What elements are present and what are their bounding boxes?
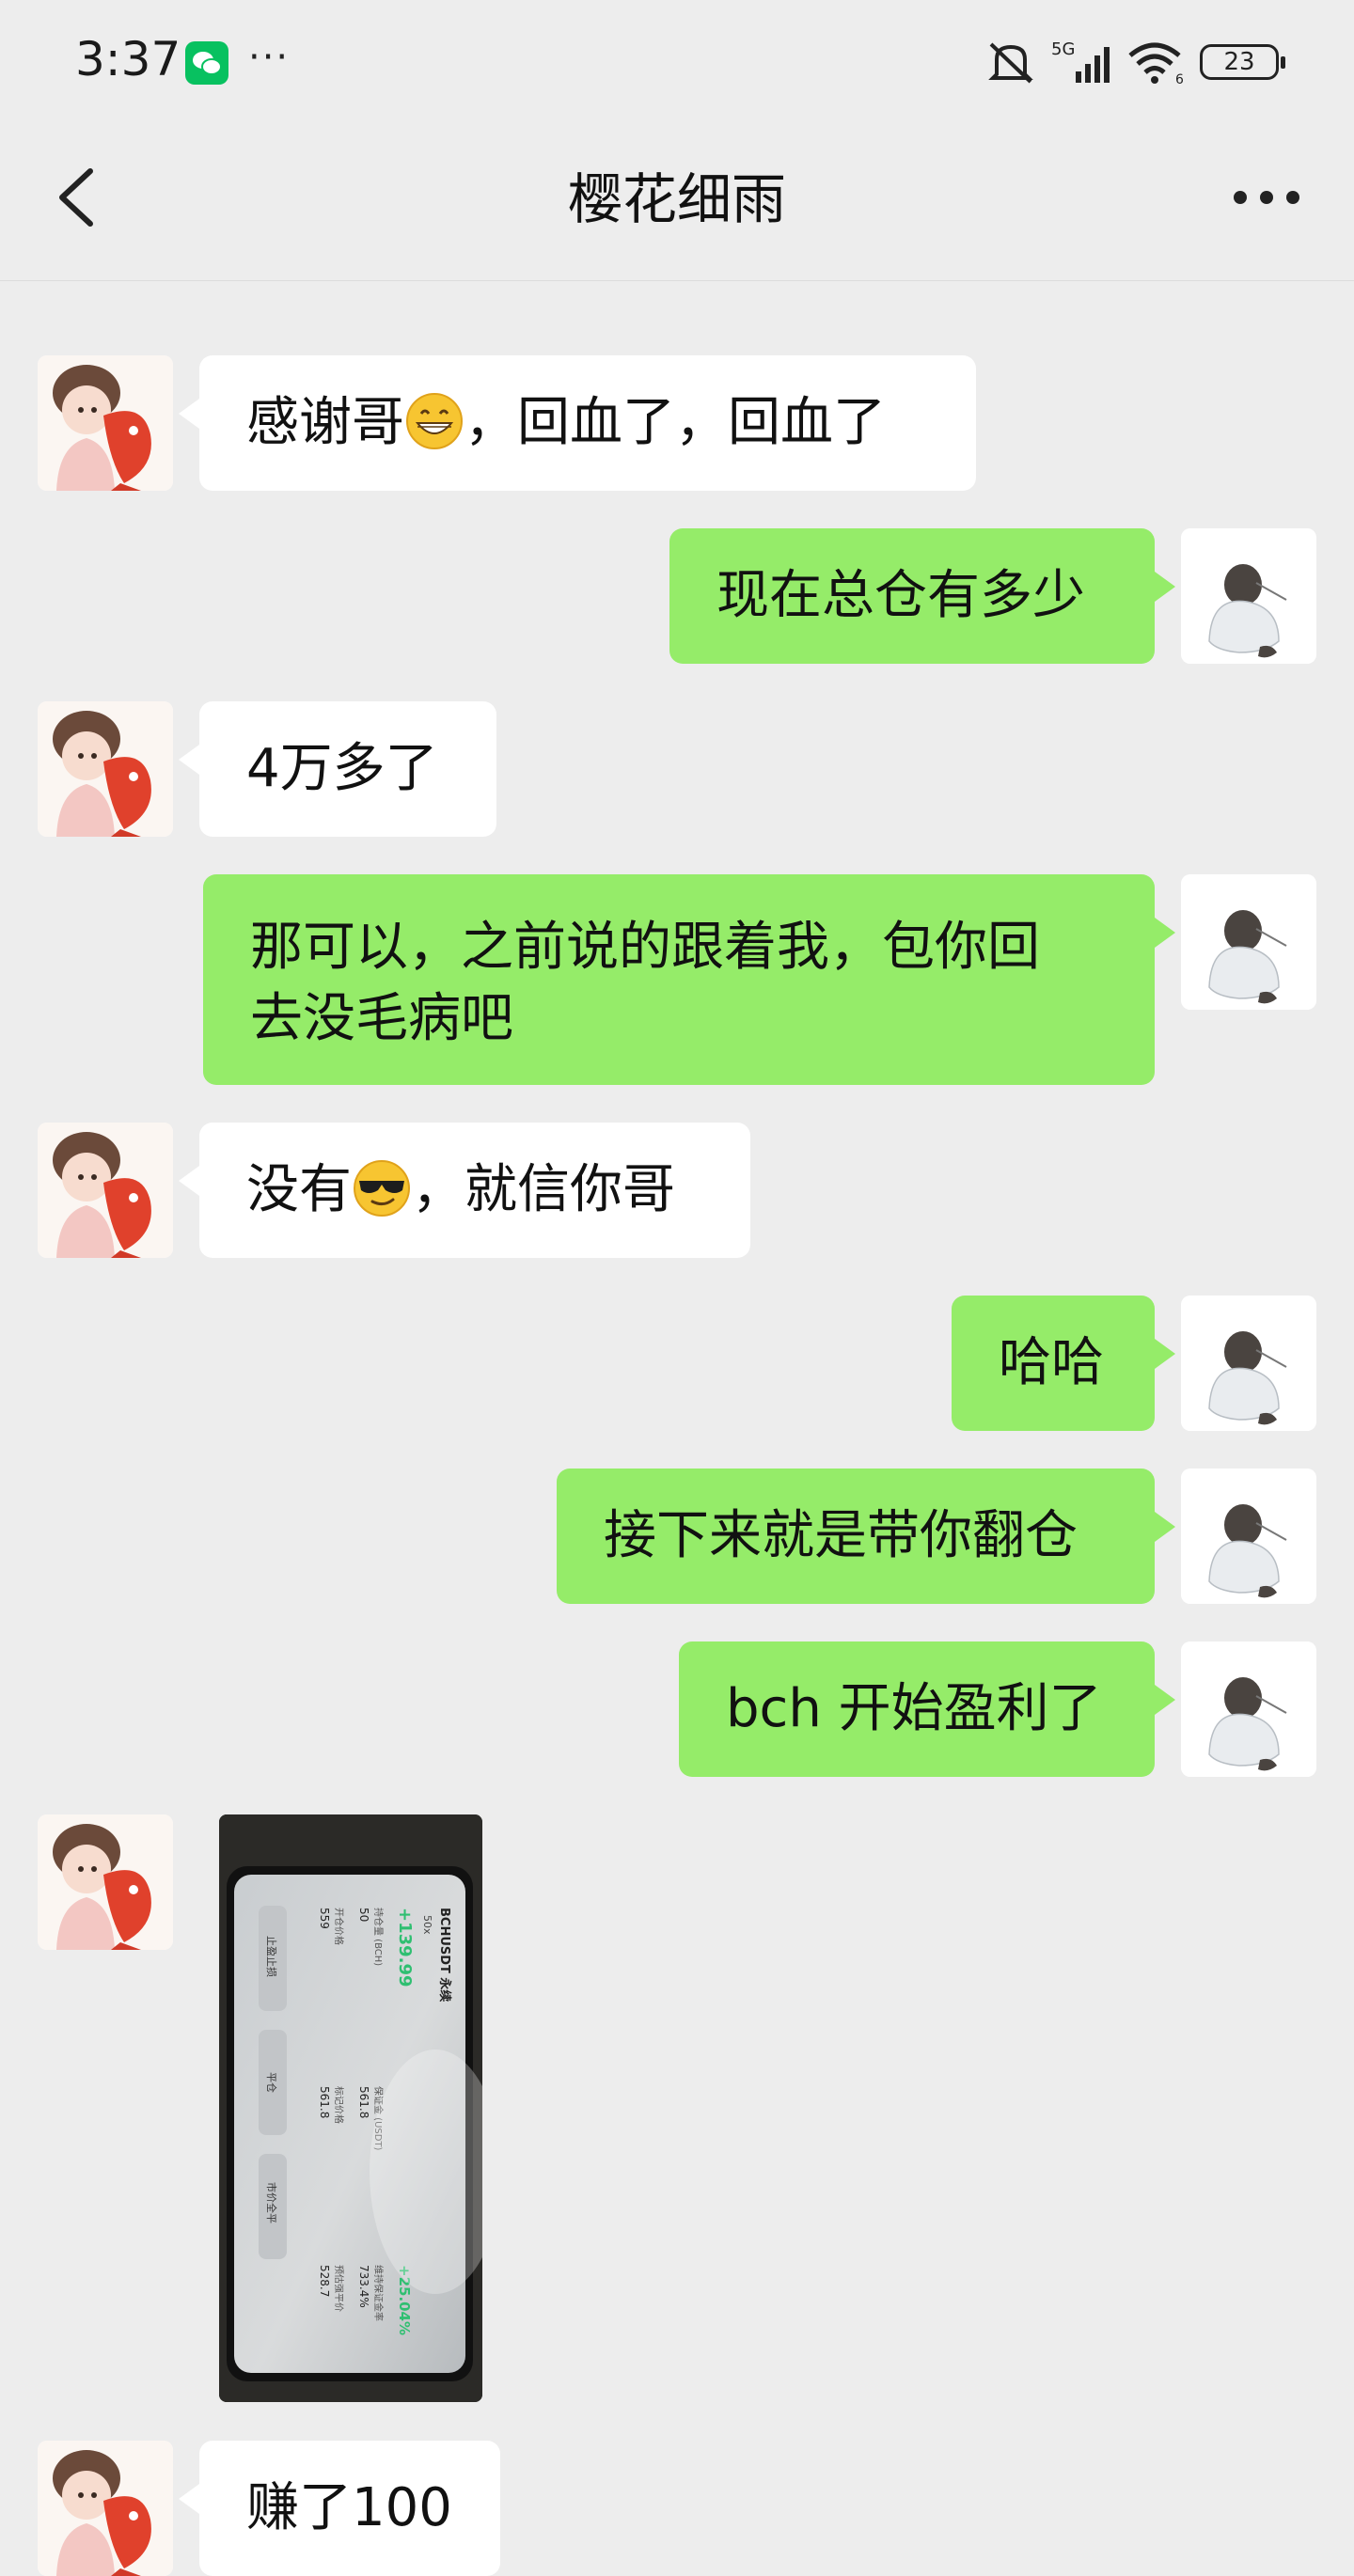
photo-tag: 50x (421, 1915, 433, 1935)
grinning-emoji-icon (406, 393, 463, 449)
battery-icon: 23 (1200, 44, 1285, 80)
chat-title: 樱花细雨 (567, 167, 786, 231)
my-avatar[interactable] (1181, 528, 1316, 664)
my-avatar[interactable] (1181, 874, 1316, 1010)
contact-avatar[interactable] (38, 355, 173, 491)
wechat-notification-icon (185, 41, 228, 85)
contact-avatar[interactable] (38, 1123, 173, 1258)
contact-avatar[interactable] (38, 701, 173, 837)
message-text: 赚了100 (246, 2477, 452, 2538)
photo-mark-label: 标记价格 (333, 2086, 345, 2124)
my-avatar[interactable] (1181, 1641, 1316, 1777)
message-text: 哈哈 (999, 1332, 1104, 1393)
photo-open: 559 (318, 1908, 331, 1929)
status-icons: 5G 6 23 (984, 34, 1285, 90)
battery-level: 23 (1223, 48, 1255, 76)
status-bar: 3:37 ··· 5G 6 23 (0, 0, 1354, 124)
message-text: 没有 (246, 1159, 352, 1220)
photo-size: 50 (357, 1908, 370, 1922)
photo-pair: BCHUSDT 永续 (437, 1908, 452, 2002)
photo-rate-label: 维持保证金率 (372, 2265, 385, 2321)
message-bubble[interactable]: 现在总仓有多少 (669, 528, 1175, 664)
contact-avatar[interactable] (38, 2441, 173, 2576)
my-avatar[interactable] (1181, 1296, 1316, 1431)
wifi-sub-label: 6 (1175, 72, 1184, 86)
message-text: 现在总仓有多少 (716, 565, 1085, 626)
message-text: bch 开始盈利了 (726, 1678, 1102, 1739)
message-text-line: 去没毛病吧 (250, 988, 513, 1049)
photo-liq: 528.7 (318, 2265, 331, 2297)
photo-size-label: 持仓量 (BCH) (372, 1908, 385, 1966)
message-bubble[interactable]: 那可以，之前说的跟着我，包你回 去没毛病吧 (203, 874, 1175, 1085)
message-bubble[interactable]: 4万多了 (179, 701, 496, 837)
message-text: ，回血了，回血了 (464, 392, 886, 453)
photo-rate: 733.4% (357, 2265, 370, 2308)
more-options-icon[interactable] (1226, 169, 1307, 226)
photo-margin: 561.8 (357, 2086, 370, 2118)
photo-mark: 561.8 (318, 2086, 331, 2118)
message-text: 接下来就是带你翻仓 (604, 1505, 1078, 1566)
my-avatar[interactable] (1181, 1469, 1316, 1604)
signal-icon: 5G (1051, 39, 1110, 83)
message-text: 4万多了 (246, 738, 438, 799)
status-time: 3:37 (75, 32, 181, 86)
message-text-line: 那可以，之前说的跟着我，包你回 (250, 917, 1040, 978)
message-text: ，就信你哥 (412, 1159, 675, 1220)
network-label: 5G (1051, 39, 1075, 59)
more-notifications-icon: ··· (248, 36, 291, 79)
message-bubble[interactable]: 感谢哥 ，回血了，回血了 (179, 355, 976, 491)
mute-icon (988, 42, 1033, 84)
photo-open-label: 开仓价格 (333, 1908, 345, 1945)
message-bubble[interactable]: bch 开始盈利了 (679, 1641, 1175, 1777)
photo-liq-label: 预估强平价 (333, 2265, 345, 2312)
sunglasses-emoji-icon (354, 1160, 410, 1217)
image-message[interactable]: BCHUSDT 永续 50x +139.99 +25.04% 持仓量 (BCH)… (219, 1814, 482, 2402)
message-bubble[interactable]: 哈哈 (952, 1296, 1175, 1431)
photo-pnl: +139.99 (395, 1908, 415, 1987)
message-bubble[interactable]: 没有 ，就信你哥 (179, 1123, 750, 1258)
message-bubble[interactable]: 接下来就是带你翻仓 (557, 1469, 1175, 1604)
photo-btn-close: 平仓 (265, 2072, 278, 2093)
contact-avatar[interactable] (38, 1814, 173, 1950)
wifi-icon: 6 (1128, 42, 1184, 86)
photo-btn-tp: 止盈止损 (265, 1936, 278, 1977)
message-text: 感谢哥 (246, 392, 404, 453)
message-bubble[interactable]: 赚了100 (179, 2441, 500, 2576)
photo-btn-market: 市价全平 (265, 2182, 278, 2223)
